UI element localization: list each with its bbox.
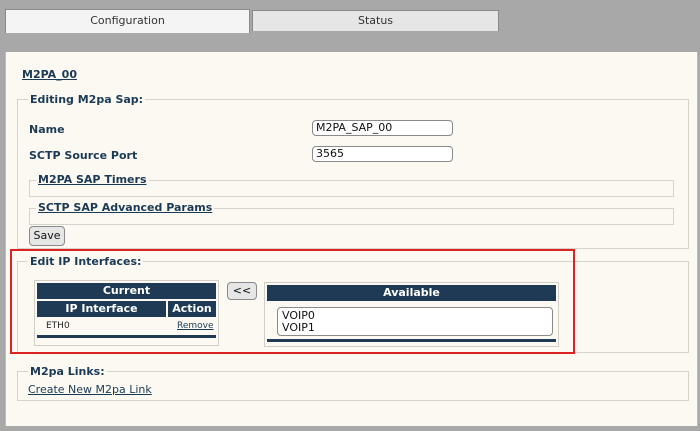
name-field[interactable]: M2PA_SAP_00 [312, 120, 453, 136]
tab-strip: Configuration Status [0, 0, 700, 52]
highlight-box [10, 249, 575, 354]
m2pa-links-legend: M2pa Links: [28, 365, 107, 378]
editing-sap-fieldset: Editing M2pa Sap: Name M2PA_SAP_00 SCTP … [17, 93, 689, 249]
name-label: Name [29, 123, 65, 136]
content-panel: M2PA_00 Editing M2pa Sap: Name M2PA_SAP_… [5, 52, 698, 426]
sctp-advanced-fieldset: SCTP SAP Advanced Params [29, 201, 674, 225]
tab-status[interactable]: Status [252, 10, 499, 31]
tab-configuration[interactable]: Configuration [5, 9, 250, 33]
sctp-source-port-label: SCTP Source Port [29, 149, 138, 162]
bottom-bar [0, 426, 700, 431]
create-m2pa-link[interactable]: Create New M2pa Link [28, 383, 152, 396]
m2pa-links-fieldset: M2pa Links: Create New M2pa Link [17, 365, 689, 401]
sctp-source-port-field[interactable]: 3565 [312, 146, 453, 162]
sap-timers-link[interactable]: M2PA SAP Timers [36, 173, 149, 186]
sap-timers-fieldset: M2PA SAP Timers [29, 173, 674, 197]
editing-sap-legend: Editing M2pa Sap: [28, 93, 146, 106]
sctp-advanced-link[interactable]: SCTP SAP Advanced Params [36, 201, 215, 214]
save-button[interactable]: Save [29, 226, 65, 246]
page-title[interactable]: M2PA_00 [22, 68, 77, 81]
